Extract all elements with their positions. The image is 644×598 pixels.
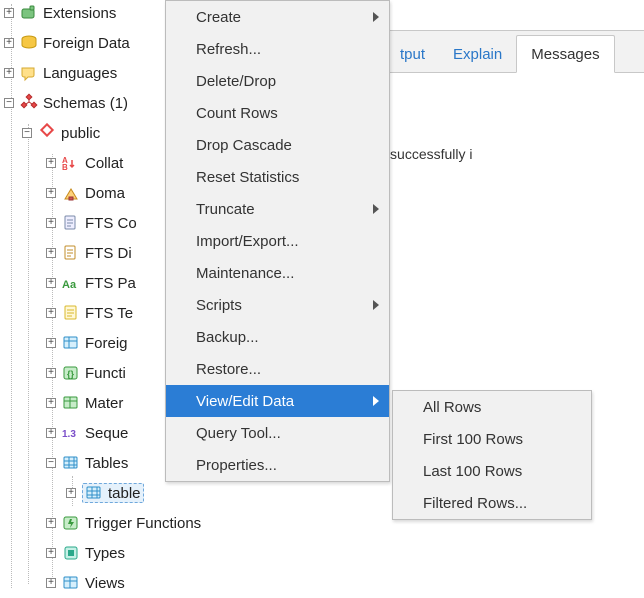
expand-icon[interactable] [46,428,56,438]
svg-text:B: B [62,163,68,172]
expand-icon[interactable] [46,518,56,528]
expand-icon[interactable] [46,548,56,558]
expand-icon[interactable] [4,38,14,48]
tree-label: Collat [85,155,123,172]
collapse-icon[interactable] [4,98,14,108]
menu-count-rows[interactable]: Count Rows [166,97,389,129]
fts-dict-icon [62,244,80,262]
expand-icon[interactable] [46,218,56,228]
fts-templates-icon [62,304,80,322]
tree-label: FTS Te [85,305,133,322]
tree-label: FTS Di [85,245,132,262]
expand-icon[interactable] [4,68,14,78]
expand-icon[interactable] [46,398,56,408]
menu-scripts[interactable]: Scripts [166,289,389,321]
tree-label: public [61,125,100,142]
tree-label: Foreig [85,335,128,352]
menu-create[interactable]: Create [166,1,389,33]
expand-icon[interactable] [66,488,76,498]
tables-icon [62,454,80,472]
tree-label: Doma [85,185,125,202]
tab-output[interactable]: tput [386,36,439,72]
tree-label: Tables [85,455,128,472]
menu-properties[interactable]: Properties... [166,449,389,481]
svg-text:1.3: 1.3 [62,429,76,440]
menu-drop-cascade[interactable]: Drop Cascade [166,129,389,161]
table-context-menu: Create Refresh... Delete/Drop Count Rows… [165,0,390,482]
tab-messages[interactable]: Messages [516,35,614,73]
tree-label: Mater [85,395,123,412]
menu-truncate[interactable]: Truncate [166,193,389,225]
trigger-functions-icon [62,514,80,532]
expand-icon[interactable] [46,248,56,258]
svg-text:{}: {} [67,369,75,379]
tree-label: FTS Co [85,215,137,232]
expand-icon[interactable] [46,278,56,288]
menu-backup[interactable]: Backup... [166,321,389,353]
menu-restore[interactable]: Restore... [166,353,389,385]
tree-label: Languages [43,65,117,82]
foreign-tables-icon [62,334,80,352]
submenu-last-100[interactable]: Last 100 Rows [393,455,591,487]
submenu-first-100[interactable]: First 100 Rows [393,423,591,455]
view-edit-data-submenu: All Rows First 100 Rows Last 100 Rows Fi… [392,390,592,520]
expand-icon[interactable] [46,338,56,348]
tree-item-trigger-functions[interactable]: Trigger Functions [0,508,320,538]
tree-label: Schemas (1) [43,95,128,112]
tree-label: FTS Pa [85,275,136,292]
table-icon [85,484,103,502]
tree-item-table[interactable]: table [0,478,320,508]
expand-icon[interactable] [46,188,56,198]
tree-label: Seque [85,425,128,442]
tree-label: Types [85,545,125,562]
tree-item-views[interactable]: Views [0,568,320,598]
tree-label: table [108,485,141,502]
schemas-icon [20,94,38,112]
expand-icon[interactable] [46,368,56,378]
menu-reset-statistics[interactable]: Reset Statistics [166,161,389,193]
matviews-icon [62,394,80,412]
tree-label: Trigger Functions [85,515,201,532]
submenu-all-rows[interactable]: All Rows [393,391,591,423]
domains-icon [62,184,80,202]
views-icon [62,574,80,592]
tree-label: Extensions [43,5,116,22]
expand-icon[interactable] [46,578,56,588]
tree-label: Foreign Data [43,35,130,52]
expand-icon[interactable] [46,158,56,168]
extensions-icon [20,4,38,22]
collapse-icon[interactable] [22,128,32,138]
tree-label: Functi [85,365,126,382]
menu-view-edit-data[interactable]: View/Edit Data [166,385,389,417]
svg-text:Aa: Aa [62,279,77,291]
functions-icon: {} [62,364,80,382]
sequences-icon: 1.3 [62,424,80,442]
tab-explain[interactable]: Explain [439,36,516,72]
expand-icon[interactable] [4,8,14,18]
collations-icon: AB [62,154,80,172]
tree-label: Views [85,575,125,592]
menu-refresh[interactable]: Refresh... [166,33,389,65]
menu-query-tool[interactable]: Query Tool... [166,417,389,449]
fts-config-icon [62,214,80,232]
menu-delete[interactable]: Delete/Drop [166,65,389,97]
tree-item-types[interactable]: Types [0,538,320,568]
collapse-icon[interactable] [46,458,56,468]
fts-parsers-icon: Aa [62,274,80,292]
menu-maintenance[interactable]: Maintenance... [166,257,389,289]
languages-icon [20,64,38,82]
submenu-filtered-rows[interactable]: Filtered Rows... [393,487,591,519]
schema-icon [38,124,56,142]
menu-import-export[interactable]: Import/Export... [166,225,389,257]
foreign-data-icon [20,34,38,52]
expand-icon[interactable] [46,308,56,318]
types-icon [62,544,80,562]
